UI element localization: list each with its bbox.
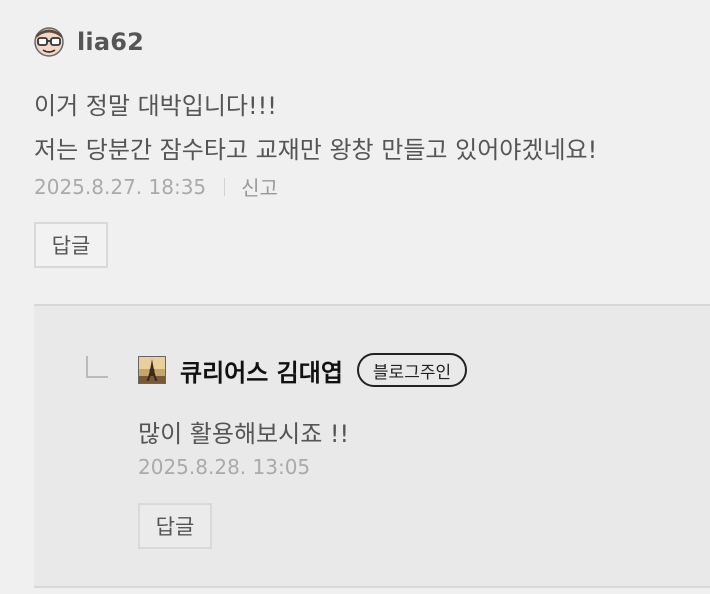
report-link[interactable]: 신고 — [241, 172, 278, 201]
comment-author: lia62 — [33, 25, 144, 59]
reply-author: 큐리어스 김대엽 블로그주인 — [138, 352, 468, 388]
glasses-face-icon[interactable] — [33, 26, 65, 58]
reply-button[interactable]: 답글 — [34, 222, 108, 268]
reply-reply-button[interactable]: 답글 — [138, 503, 212, 549]
eiffel-tower-avatar-icon[interactable] — [138, 356, 166, 384]
comment-text-line-2: 저는 당분간 잠수타고 교재만 왕창 만들고 있어야겠네요! — [34, 136, 598, 164]
comment-username[interactable]: lia62 — [77, 28, 144, 56]
reply-author-name[interactable]: 큐리어스 김대엽 — [180, 353, 343, 388]
comment-meta: 2025.8.27. 18:35 신고 — [34, 172, 278, 201]
blog-owner-badge: 블로그주인 — [356, 353, 468, 387]
reply-text: 많이 활용해보시죠 !! — [138, 420, 350, 448]
comment-timestamp: 2025.8.27. 18:35 — [34, 174, 207, 199]
reply-arrow-icon — [86, 356, 108, 378]
reply-timestamp: 2025.8.28. 13:05 — [138, 455, 311, 479]
comment-text-line-1: 이거 정말 대박입니다!!! — [34, 92, 277, 120]
meta-divider — [224, 177, 226, 196]
reply-container — [34, 304, 710, 588]
